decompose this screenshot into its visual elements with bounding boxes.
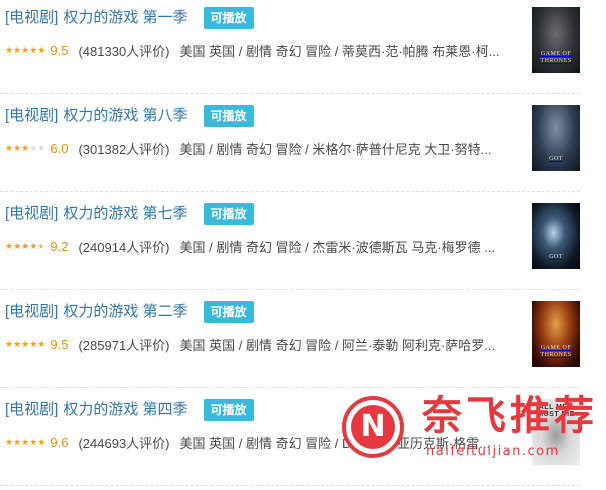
- title-line: [电视剧] 权力的游戏 第一季 可播放: [5, 7, 254, 29]
- vote-count: (481330人评价): [78, 43, 170, 59]
- meta-info: 美国 / 剧情 奇幻 冒险 / 杰雷米·波德斯瓦 马克·梅罗德 ...: [179, 239, 496, 255]
- title-line: [电视剧] 权力的游戏 第二季 可播放: [5, 301, 254, 323]
- poster-text: GOT: [549, 156, 563, 162]
- result-title: 权力的游戏 第一季: [63, 9, 188, 26]
- star-icon: ★: [29, 339, 38, 349]
- rating-score: 9.6: [50, 434, 69, 450]
- star-icon: ★: [21, 437, 30, 447]
- playable-badge[interactable]: 可播放: [203, 301, 254, 323]
- category-label: [电视剧]: [5, 9, 59, 26]
- poster-text: GAME OF THRONES: [540, 345, 572, 358]
- result-item: [电视剧] 权力的游戏 第二季 可播放 ★ ★ ★ ★ ★ 9.5 (285971人评价)…: [0, 294, 606, 392]
- divider: [0, 289, 580, 290]
- star-rating: ★ ★ ★ ★ ★: [5, 241, 45, 251]
- result-title: 权力的游戏 第四季: [63, 401, 188, 418]
- result-item: [电视剧] 权力的游戏 第八季 可播放 ★ ★ ★ ★ ★ 6.0 (301382人评价)…: [0, 98, 606, 196]
- result-title: 权力的游戏 第八季: [63, 107, 188, 124]
- title-line: [电视剧] 权力的游戏 第八季 可播放: [5, 105, 254, 127]
- star-icon: ★: [13, 437, 22, 447]
- category-label: [电视剧]: [5, 303, 59, 320]
- star-icon: ★: [29, 241, 38, 251]
- star-icon: ★: [29, 143, 38, 153]
- title-line: [电视剧] 权力的游戏 第七季 可播放: [5, 203, 254, 225]
- category-label: [电视剧]: [5, 107, 59, 124]
- vote-count: (240914人评价): [78, 239, 170, 255]
- star-rating: ★ ★ ★ ★ ★: [5, 339, 45, 349]
- title-line: [电视剧] 权力的游戏 第四季 可播放: [5, 399, 254, 421]
- poster-image[interactable]: GAME OF THRONES: [532, 7, 580, 73]
- rating-score: 9.5: [50, 336, 69, 352]
- playable-badge[interactable]: 可播放: [203, 105, 254, 127]
- poster-image[interactable]: GOT: [532, 203, 580, 269]
- star-icon: ★: [37, 339, 46, 349]
- rating-score: 9.5: [50, 42, 69, 58]
- star-rating: ★ ★ ★ ★ ★: [5, 437, 45, 447]
- star-icon: ★: [5, 339, 14, 349]
- meta-info: 美国 / 剧情 奇幻 冒险 / 米格尔·萨普什尼克 大卫·努特...: [179, 141, 492, 157]
- watermark-title: 奈飞推荐: [422, 393, 598, 439]
- info-line: ★ ★ ★ ★ ★ 9.2 (240914人评价) 美国 / 剧情 奇幻 冒险 / 杰雷…: [5, 236, 520, 256]
- watermark: N 奈飞推荐 naifeituijian.com: [330, 388, 606, 472]
- info-line: ★ ★ ★ ★ ★ 9.5 (285971人评价) 美国 英国 / 剧情 奇幻 冒险 /…: [5, 334, 520, 354]
- star-icon: ★: [29, 45, 38, 55]
- vote-count: (301382人评价): [78, 141, 170, 157]
- star-icon: ★: [13, 339, 22, 349]
- watermark-url: naifeituijian.com: [426, 444, 560, 459]
- star-icon: ★: [5, 45, 14, 55]
- poster-text: GAME OF THRONES: [540, 51, 572, 64]
- star-icon: ★: [21, 339, 30, 349]
- star-rating: ★ ★ ★ ★ ★: [5, 143, 45, 153]
- watermark-logo-letter: N: [351, 405, 395, 449]
- star-icon: ★: [13, 143, 22, 153]
- star-icon: ★: [37, 437, 46, 447]
- star-icon: ★: [21, 143, 30, 153]
- category-label: [电视剧]: [5, 205, 59, 222]
- star-icon: ★: [37, 241, 46, 251]
- star-icon: ★: [21, 241, 30, 251]
- star-icon: ★: [37, 45, 46, 55]
- poster-image[interactable]: GOT: [532, 105, 580, 171]
- result-item: [电视剧] 权力的游戏 第一季 可播放 ★ ★ ★ ★ ★ 9.5 (481330人评价)…: [0, 0, 606, 98]
- meta-info: 美国 英国 / 剧情 奇幻 冒险 / 蒂莫西·范·帕腾 布莱恩·柯...: [179, 43, 500, 59]
- star-rating: ★ ★ ★ ★ ★: [5, 45, 45, 55]
- info-line: ★ ★ ★ ★ ★ 9.5 (481330人评价) 美国 英国 / 剧情 奇幻 冒险 /…: [5, 40, 520, 60]
- divider: [0, 93, 580, 94]
- star-icon: ★: [37, 143, 46, 153]
- vote-count: (285971人评价): [78, 337, 170, 353]
- star-icon: ★: [21, 45, 30, 55]
- star-icon: ★: [29, 437, 38, 447]
- star-icon: ★: [13, 241, 22, 251]
- result-title-link[interactable]: [电视剧] 权力的游戏 第七季: [5, 203, 196, 225]
- vote-count: (244693人评价): [78, 435, 170, 451]
- category-label: [电视剧]: [5, 401, 59, 418]
- meta-info: 美国 英国 / 剧情 奇幻 冒险 / 阿兰·泰勒 阿利克·萨哈罗...: [179, 337, 496, 353]
- result-item: [电视剧] 权力的游戏 第七季 可播放 ★ ★ ★ ★ ★ 9.2 (240914人评价)…: [0, 196, 606, 294]
- rating-score: 9.2: [50, 238, 69, 254]
- playable-badge[interactable]: 可播放: [203, 399, 254, 421]
- divider: [0, 485, 580, 486]
- rating-score: 6.0: [50, 140, 69, 156]
- playable-badge[interactable]: 可播放: [203, 7, 254, 29]
- result-title: 权力的游戏 第二季: [63, 303, 188, 320]
- result-title-link[interactable]: [电视剧] 权力的游戏 第四季: [5, 399, 196, 421]
- poster-image[interactable]: GAME OF THRONES: [532, 301, 580, 367]
- star-icon: ★: [5, 143, 14, 153]
- result-title-link[interactable]: [电视剧] 权力的游戏 第八季: [5, 105, 196, 127]
- result-title-link[interactable]: [电视剧] 权力的游戏 第一季: [5, 7, 196, 29]
- playable-badge[interactable]: 可播放: [203, 203, 254, 225]
- watermark-logo: N: [342, 396, 404, 458]
- result-title: 权力的游戏 第七季: [63, 205, 188, 222]
- star-icon: ★: [5, 437, 14, 447]
- poster-text: GOT: [549, 254, 563, 260]
- star-icon: ★: [13, 45, 22, 55]
- info-line: ★ ★ ★ ★ ★ 6.0 (301382人评价) 美国 / 剧情 奇幻 冒险 / 米格…: [5, 138, 520, 158]
- divider: [0, 191, 580, 192]
- star-icon: ★: [5, 241, 14, 251]
- result-title-link[interactable]: [电视剧] 权力的游戏 第二季: [5, 301, 196, 323]
